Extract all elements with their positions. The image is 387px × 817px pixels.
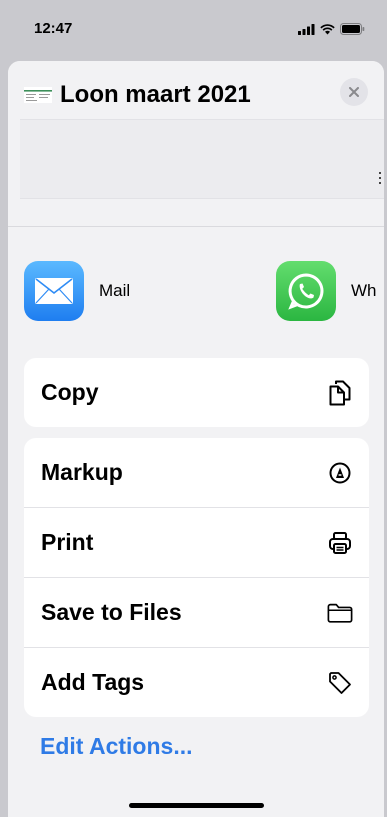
app-mail-label: Mail	[99, 281, 131, 300]
status-icons	[298, 22, 365, 36]
action-add-tags[interactable]: Add Tags	[24, 647, 369, 717]
app-whatsapp-label: Wh	[351, 281, 377, 300]
folder-icon	[327, 600, 353, 626]
app-share-row: Mail Wh	[8, 259, 384, 323]
mail-icon	[24, 261, 84, 321]
status-time: 12:47	[34, 20, 73, 37]
markup-icon	[327, 460, 353, 486]
close-button[interactable]	[340, 78, 368, 106]
close-icon	[349, 87, 359, 97]
app-whatsapp[interactable]: Wh	[276, 259, 377, 323]
edit-actions-link[interactable]: Edit Actions...	[40, 733, 193, 760]
actions-group-primary: Copy	[24, 358, 369, 427]
actions-group-secondary: Markup Print Save to Files Add Tags	[24, 438, 369, 717]
wifi-icon	[320, 23, 335, 34]
preview-edge-mark	[379, 172, 381, 184]
whatsapp-icon	[276, 261, 336, 321]
action-save-to-files[interactable]: Save to Files	[24, 577, 369, 647]
action-copy[interactable]: Copy	[24, 358, 369, 427]
document-title: Loon maart 2021	[60, 81, 251, 108]
app-mail[interactable]: Mail	[24, 259, 130, 323]
signal-icon	[298, 23, 315, 35]
printer-icon	[327, 530, 353, 556]
tag-icon	[327, 670, 353, 696]
document-thumbnail-icon	[24, 87, 52, 103]
action-print[interactable]: Print	[24, 507, 369, 577]
action-save-to-files-label: Save to Files	[41, 599, 182, 625]
status-bar: 12:47	[0, 0, 387, 60]
action-markup-label: Markup	[41, 459, 123, 485]
action-add-tags-label: Add Tags	[41, 669, 145, 695]
action-print-label: Print	[41, 529, 94, 555]
battery-icon	[340, 23, 365, 35]
home-indicator	[129, 803, 264, 808]
action-markup[interactable]: Markup	[24, 438, 369, 507]
share-sheet-header: Loon maart 2021	[8, 61, 384, 227]
copy-icon	[327, 380, 353, 406]
action-copy-label: Copy	[41, 379, 99, 405]
share-sheet: Loon maart 2021 Mail Wh Copy Markup Prin…	[8, 61, 384, 817]
document-preview	[20, 119, 384, 199]
